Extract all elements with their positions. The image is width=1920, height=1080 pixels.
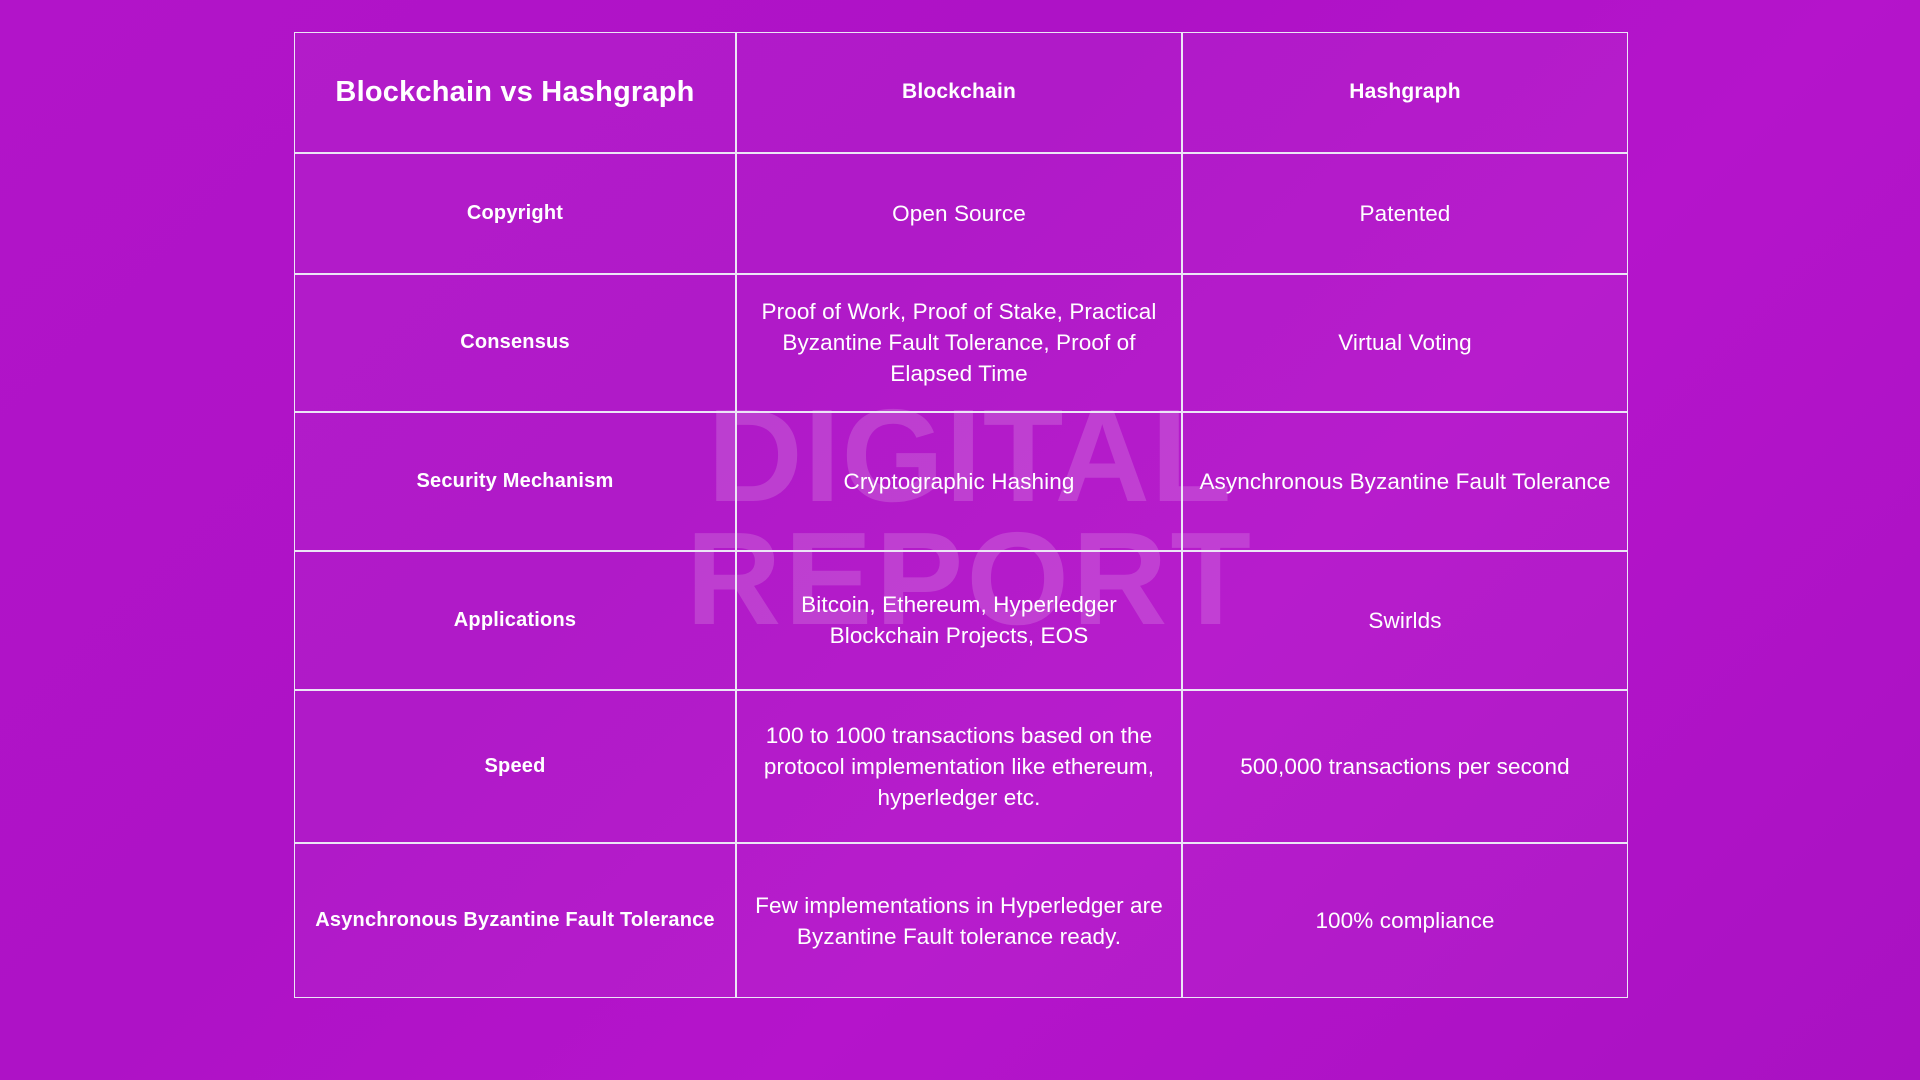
cell-abft-hashgraph: 100% compliance xyxy=(1182,843,1628,998)
cell-applications-blockchain: Bitcoin, Ethereum, Hyperledger Blockchai… xyxy=(736,551,1182,690)
table-header-row: Blockchain vs Hashgraph Blockchain Hashg… xyxy=(294,32,1628,153)
cell-applications-hashgraph: Swirlds xyxy=(1182,551,1628,690)
cell-abft-blockchain: Few implementations in Hyperledger are By… xyxy=(736,843,1182,998)
row-label-speed: Speed xyxy=(294,689,736,844)
cell-security-hashgraph: Asynchronous Byzantine Fault Tolerance xyxy=(1182,412,1628,551)
comparison-table: Blockchain vs Hashgraph Blockchain Hashg… xyxy=(294,32,1628,998)
table-row: Consensus Proof of Work, Proof of Stake,… xyxy=(294,273,1628,413)
cell-speed-blockchain: 100 to 1000 transactions based on the pr… xyxy=(736,689,1182,844)
table-title-cell: Blockchain vs Hashgraph xyxy=(294,32,736,153)
row-label-consensus: Consensus xyxy=(294,273,736,413)
column-header-blockchain: Blockchain xyxy=(736,32,1182,153)
table-row: Applications Bitcoin, Ethereum, Hyperled… xyxy=(294,551,1628,690)
cell-security-blockchain: Cryptographic Hashing xyxy=(736,412,1182,551)
table-row: Speed 100 to 1000 transactions based on … xyxy=(294,689,1628,844)
row-label-copyright: Copyright xyxy=(294,152,736,274)
row-label-applications: Applications xyxy=(294,551,736,690)
table-row: Asynchronous Byzantine Fault Tolerance F… xyxy=(294,843,1628,998)
cell-consensus-hashgraph: Virtual Voting xyxy=(1182,273,1628,413)
cell-consensus-blockchain: Proof of Work, Proof of Stake, Practical… xyxy=(736,273,1182,413)
table-row: Copyright Open Source Patented xyxy=(294,152,1628,274)
table-row: Security Mechanism Cryptographic Hashing… xyxy=(294,412,1628,551)
row-label-abft: Asynchronous Byzantine Fault Tolerance xyxy=(294,843,736,998)
cell-copyright-hashgraph: Patented xyxy=(1182,152,1628,274)
row-label-security-mechanism: Security Mechanism xyxy=(294,412,736,551)
cell-copyright-blockchain: Open Source xyxy=(736,152,1182,274)
cell-speed-hashgraph: 500,000 transactions per second xyxy=(1182,689,1628,844)
column-header-hashgraph: Hashgraph xyxy=(1182,32,1628,153)
